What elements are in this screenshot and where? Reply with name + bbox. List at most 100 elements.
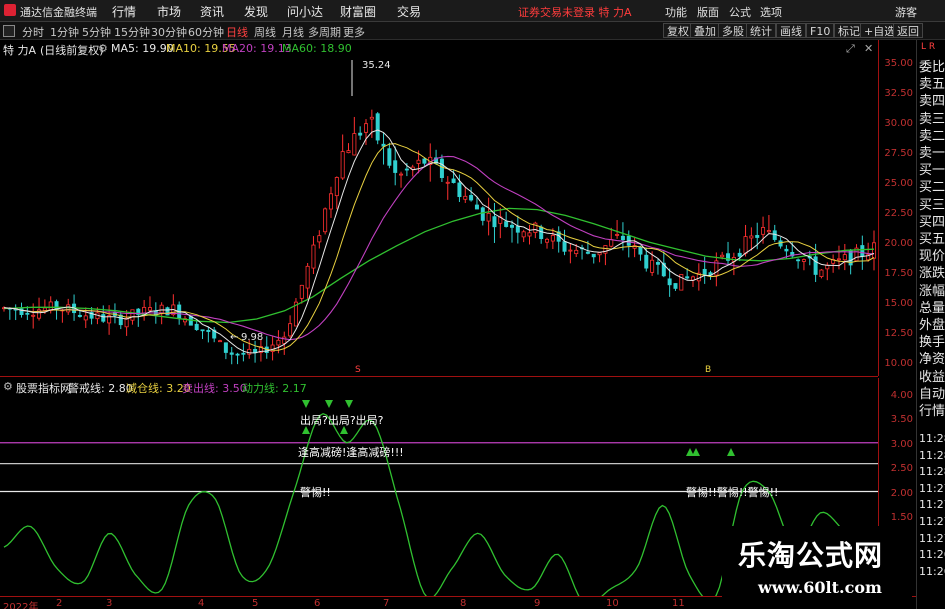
side-item: 买二 xyxy=(919,180,945,196)
candle-body xyxy=(761,227,766,235)
candle-body xyxy=(369,116,374,120)
trade-time: 11:27 xyxy=(919,498,945,512)
candle-body xyxy=(364,123,369,133)
back-icon[interactable] xyxy=(3,25,15,37)
candle-body xyxy=(667,278,672,286)
period-multi[interactable]: 多周期 xyxy=(308,24,341,40)
price-tick: 20.00 xyxy=(884,238,913,249)
candle-body xyxy=(720,254,725,258)
side-item: 涨跌 xyxy=(919,266,945,282)
period-more[interactable]: 更多 xyxy=(343,24,365,40)
date-tick: 2022年 xyxy=(3,602,39,609)
candle-body xyxy=(311,244,316,269)
candlestick-series xyxy=(2,109,877,365)
period-15min[interactable]: 15分钟 xyxy=(114,24,150,40)
adjust-button[interactable]: 复权 xyxy=(663,23,693,38)
side-item: 卖一 xyxy=(919,146,945,161)
side-item: 收益 xyxy=(919,369,945,385)
return-button[interactable]: 返回 xyxy=(893,23,923,38)
candle-body xyxy=(416,159,421,164)
period-60min[interactable]: 60分钟 xyxy=(188,24,224,40)
panel-toggle-icon[interactable]: L R xyxy=(921,42,935,52)
candle-body xyxy=(515,226,520,233)
candle-body xyxy=(445,181,450,184)
candle-body xyxy=(819,269,824,278)
period-tick[interactable]: 分时 xyxy=(22,24,44,40)
sell-marker: S xyxy=(355,365,361,375)
candle-body xyxy=(784,248,789,252)
side-item: 买三 xyxy=(919,197,945,213)
price-axis: 35.00 32.50 30.00 27.50 25.00 22.50 20.0… xyxy=(878,40,916,376)
candle-body xyxy=(218,340,223,343)
menu-guest[interactable]: 游客 xyxy=(895,4,917,20)
warn-annotation: 警惕!! xyxy=(300,485,331,499)
indicator-tick: 2.00 xyxy=(890,488,913,499)
down-arrow-icon xyxy=(302,400,310,408)
indicator-settings-icon[interactable]: ⚙ xyxy=(3,380,13,393)
candle-body xyxy=(375,113,380,141)
candle-body xyxy=(77,314,82,317)
menu-discover[interactable]: 发现 xyxy=(244,3,268,20)
main-chart-info: 特 力A (日线前复权) ⚙ MA5: 19.90 MA10: 19.55 MA… xyxy=(0,40,880,57)
resize-icon[interactable]: ⤢ xyxy=(846,42,855,56)
menu-ask[interactable]: 问小达 xyxy=(287,3,323,20)
app-title: 通达信金融终端 xyxy=(20,6,97,19)
trade-time: 11:26 xyxy=(919,548,945,562)
login-notice: 证券交易未登录 特 力A xyxy=(518,6,632,19)
price-tick: 15.00 xyxy=(884,298,913,309)
menu-market[interactable]: 市场 xyxy=(157,3,181,20)
ma5-label: MA5: 19.90 xyxy=(111,42,174,55)
side-item: 买五 xyxy=(919,232,945,247)
multi-stock-button[interactable]: 多股 xyxy=(718,23,748,38)
menu-news[interactable]: 资讯 xyxy=(200,3,224,20)
candle-body xyxy=(638,246,643,255)
settings-gear-icon[interactable]: ⚙ xyxy=(98,42,108,55)
overlay-button[interactable]: 叠加 xyxy=(690,23,720,38)
candle-body xyxy=(399,173,404,176)
candle-body xyxy=(346,150,351,154)
trade-time: 11:28 xyxy=(919,448,945,462)
period-monthly[interactable]: 月线 xyxy=(282,24,304,40)
candle-body xyxy=(539,226,544,240)
candle-body xyxy=(31,314,36,317)
ma10-line xyxy=(3,143,875,351)
price-tick: 22.50 xyxy=(884,208,913,219)
date-tick: 8 xyxy=(460,598,467,609)
panel-separator xyxy=(0,376,878,377)
menu-layout[interactable]: 版面 xyxy=(697,4,719,20)
close-chart-icon[interactable]: ✕ xyxy=(864,42,873,55)
candle-body xyxy=(194,323,199,331)
f10-button[interactable]: F10 xyxy=(806,23,835,38)
menu-formula[interactable]: 公式 xyxy=(729,4,751,20)
kline-chart[interactable]: 35.24 ← 9.98 S B xyxy=(0,56,878,376)
stats-button[interactable]: 统计 xyxy=(746,23,776,38)
menu-trade[interactable]: 交易 xyxy=(397,3,421,20)
period-30min[interactable]: 30分钟 xyxy=(151,24,187,40)
period-daily[interactable]: 日线 xyxy=(226,24,248,40)
period-1min[interactable]: 1分钟 xyxy=(50,24,79,40)
low-label: 9.98 xyxy=(241,332,263,343)
period-5min[interactable]: 5分钟 xyxy=(82,24,111,40)
trade-time: 11:27 xyxy=(919,481,945,495)
date-tick: 9 xyxy=(534,598,541,609)
menu-quotes[interactable]: 行情 xyxy=(112,3,136,20)
draw-button[interactable]: 画线 xyxy=(776,23,806,38)
menu-wealth-circle[interactable]: 财富圈 xyxy=(340,3,376,20)
date-tick: 11 xyxy=(672,598,685,609)
candle-body xyxy=(801,259,806,262)
price-tick: 25.00 xyxy=(884,178,913,189)
watermark-title: 乐淘公式网 xyxy=(738,539,884,572)
menu-options[interactable]: 选项 xyxy=(760,4,782,20)
indicator-tick: 1.50 xyxy=(890,512,913,523)
side-item: 委比 xyxy=(919,60,945,75)
candle-body xyxy=(620,235,625,241)
watermark-url: www.60lt.com xyxy=(758,578,882,597)
candle-body xyxy=(200,329,205,332)
period-weekly[interactable]: 周线 xyxy=(254,24,276,40)
candle-body xyxy=(328,193,333,210)
menu-function[interactable]: 功能 xyxy=(665,4,687,20)
date-tick: 5 xyxy=(252,598,259,609)
price-tick: 35.00 xyxy=(884,58,913,69)
candle-body xyxy=(317,235,322,243)
candle-body xyxy=(574,249,579,255)
